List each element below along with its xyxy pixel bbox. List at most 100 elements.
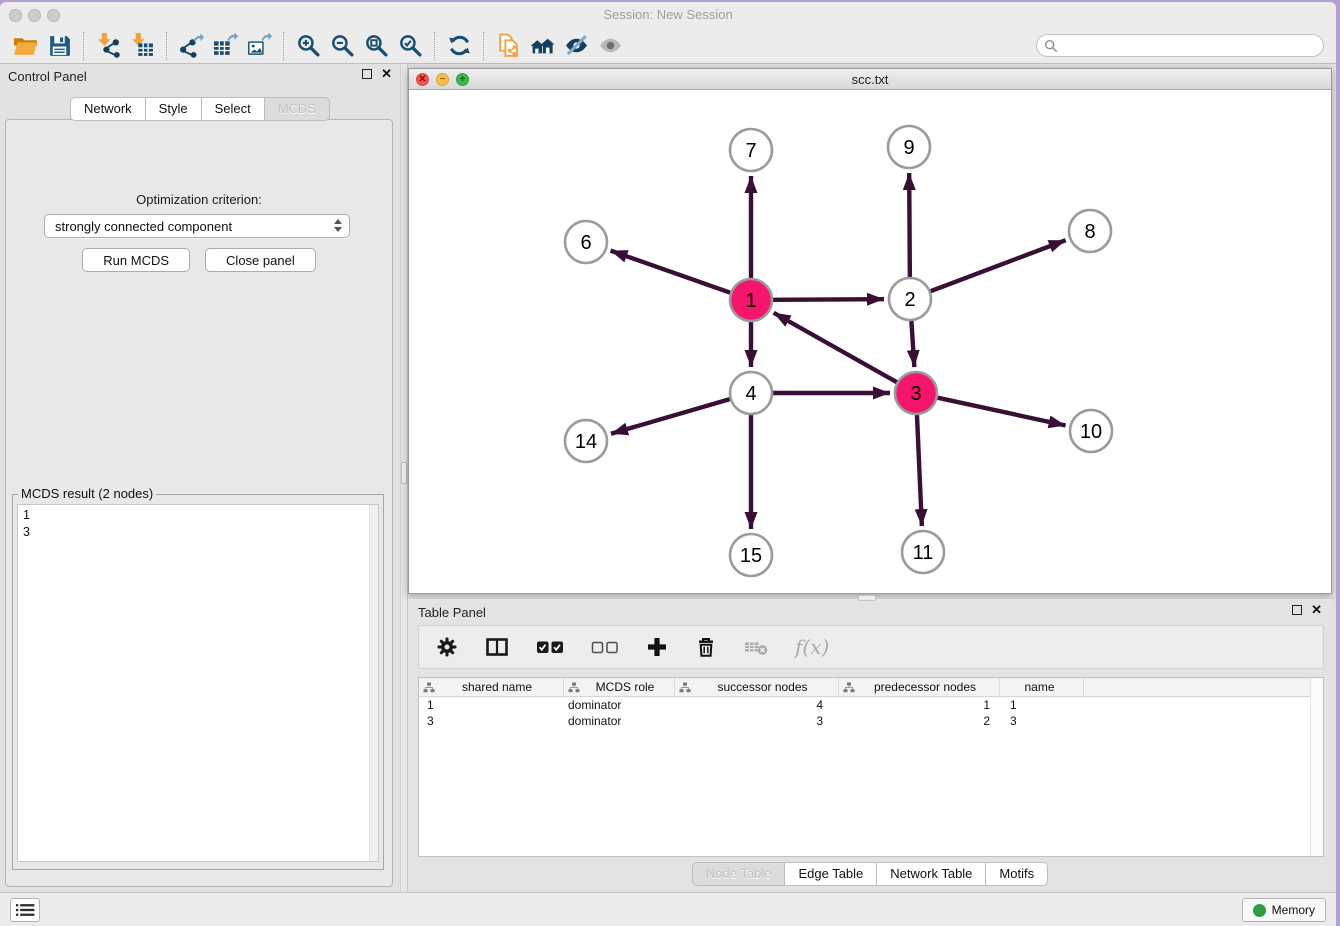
control-panel-header: Control Panel ✕: [0, 64, 400, 88]
table-panel-title: Table Panel: [418, 605, 486, 620]
zoom-fit-icon[interactable]: [359, 31, 393, 61]
splitter-handle[interactable]: [401, 462, 407, 484]
new-network-from-selection-icon[interactable]: [491, 31, 525, 61]
column-header-predecessor-nodes[interactable]: predecessor nodes: [839, 678, 1000, 696]
select-all-icon[interactable]: [536, 640, 564, 655]
column-header-successor-nodes[interactable]: successor nodes: [675, 678, 839, 696]
delete-table-icon[interactable]: [744, 636, 768, 658]
horizontal-splitter-handle[interactable]: [858, 595, 876, 601]
cell-shared-name[interactable]: 1: [419, 698, 564, 712]
control-panel-tabs: NetworkStyleSelectMCDS: [0, 97, 400, 121]
export-image-icon[interactable]: [242, 31, 276, 61]
memory-button[interactable]: Memory: [1242, 898, 1326, 922]
graph-edge-2-3[interactable]: [911, 321, 914, 367]
tab-style[interactable]: Style: [146, 97, 202, 121]
graph-node-8[interactable]: 8: [1069, 210, 1111, 252]
graph-edge-2-9[interactable]: [909, 173, 910, 277]
column-type-icon: [423, 682, 435, 693]
mcds-result-box: MCDS result (2 nodes) 1 3: [12, 494, 384, 870]
export-table-icon[interactable]: [208, 31, 242, 61]
cell-successor-nodes[interactable]: 4: [675, 698, 839, 712]
tab-network[interactable]: Network: [70, 97, 146, 121]
hide-selected-icon[interactable]: [559, 31, 593, 61]
graph-node-15[interactable]: 15: [730, 534, 772, 576]
graph-node-9[interactable]: 9: [888, 126, 930, 168]
cell-mcds-role[interactable]: dominator: [564, 714, 675, 728]
toolbar-separator: [83, 32, 84, 60]
tab-motifs[interactable]: Motifs: [986, 862, 1048, 886]
close-panel-button[interactable]: Close panel: [205, 248, 316, 272]
table-row[interactable]: 1dominator411: [419, 697, 1323, 713]
save-session-icon[interactable]: [42, 31, 76, 61]
graph-node-7[interactable]: 7: [730, 129, 772, 171]
graph-edge-2-8[interactable]: [931, 240, 1066, 291]
run-mcds-button[interactable]: Run MCDS: [82, 248, 190, 272]
tab-edge-table[interactable]: Edge Table: [785, 862, 877, 886]
first-neighbors-icon[interactable]: [525, 31, 559, 61]
search-input[interactable]: [1058, 37, 1323, 55]
deselect-all-icon[interactable]: [591, 640, 619, 655]
table-scrollbar[interactable]: [1310, 678, 1323, 856]
zoom-selected-icon[interactable]: [393, 31, 427, 61]
float-panel-icon[interactable]: [362, 69, 372, 79]
graph-edge-3-10[interactable]: [937, 398, 1065, 426]
zoom-in-icon[interactable]: [291, 31, 325, 61]
criterion-dropdown[interactable]: strongly connected component: [44, 214, 350, 238]
result-scrollbar[interactable]: [369, 505, 378, 861]
graph-node-10[interactable]: 10: [1070, 410, 1112, 452]
graph-edge-4-14[interactable]: [611, 399, 730, 434]
close-panel-icon[interactable]: ✕: [381, 68, 392, 80]
graph-node-4[interactable]: 4: [730, 372, 772, 414]
add-row-icon[interactable]: [646, 636, 668, 658]
dropdown-stepper-icon: [334, 219, 342, 232]
cell-mcds-role[interactable]: dominator: [564, 698, 675, 712]
show-all-icon[interactable]: [593, 31, 627, 61]
import-table-icon[interactable]: [125, 31, 159, 61]
graph-node-6[interactable]: 6: [565, 221, 607, 263]
cell-successor-nodes[interactable]: 3: [675, 714, 839, 728]
search-field[interactable]: [1036, 34, 1324, 57]
svg-text:14: 14: [575, 431, 597, 453]
split-table-view-icon[interactable]: [485, 636, 509, 658]
graph-node-11[interactable]: 11: [902, 531, 944, 573]
application-window: Session: New Session: [0, 2, 1336, 926]
graph-edge-1-2[interactable]: [773, 299, 884, 300]
cell-shared-name[interactable]: 3: [419, 714, 564, 728]
apply-layout-icon[interactable]: [442, 31, 476, 61]
column-header-name[interactable]: name: [1000, 678, 1084, 696]
graph-edge-1-6[interactable]: [611, 251, 731, 293]
network-canvas[interactable]: 7 9 6 8 1 2 4 3 14 10 15 11: [409, 90, 1331, 593]
column-header-shared-name[interactable]: shared name: [419, 678, 564, 696]
function-builder-icon[interactable]: f(x): [795, 635, 829, 659]
open-session-icon[interactable]: [8, 31, 42, 61]
cell-predecessor-nodes[interactable]: 1: [839, 698, 1000, 712]
graph-node-14[interactable]: 14: [565, 420, 607, 462]
graph-node-3[interactable]: 3: [895, 372, 937, 414]
export-network-icon[interactable]: [174, 31, 208, 61]
close-table-panel-icon[interactable]: ✕: [1311, 604, 1322, 616]
graph-node-1[interactable]: 1: [730, 279, 772, 321]
zoom-out-icon[interactable]: [325, 31, 359, 61]
titlebar: Session: New Session: [0, 2, 1336, 28]
table-settings-icon[interactable]: [436, 636, 458, 658]
graph-edge-3-11[interactable]: [917, 415, 922, 526]
float-table-panel-icon[interactable]: [1292, 605, 1302, 615]
tab-network-table[interactable]: Network Table: [877, 862, 986, 886]
graph-node-2[interactable]: 2: [889, 278, 931, 320]
network-view-window: ✕ − + scc.txt 7968124314101511: [408, 68, 1332, 594]
cell-name[interactable]: 3: [1000, 714, 1084, 728]
table-row[interactable]: 3dominator323: [419, 713, 1323, 729]
cell-predecessor-nodes[interactable]: 2: [839, 714, 1000, 728]
graph-edge-3-1[interactable]: [774, 313, 897, 382]
panel-splitter[interactable]: [400, 64, 408, 892]
mcds-result-area: 1 3: [17, 504, 379, 862]
mcds-result-text: 1 3: [18, 505, 378, 543]
task-history-button[interactable]: [10, 898, 40, 922]
tab-mcds[interactable]: MCDS: [265, 97, 330, 121]
delete-row-icon[interactable]: [695, 636, 717, 658]
tab-select[interactable]: Select: [202, 97, 265, 121]
column-header-mcds-role[interactable]: MCDS role: [564, 678, 675, 696]
import-network-icon[interactable]: [91, 31, 125, 61]
tab-node-table[interactable]: Node Table: [692, 862, 786, 886]
cell-name[interactable]: 1: [1000, 698, 1084, 712]
